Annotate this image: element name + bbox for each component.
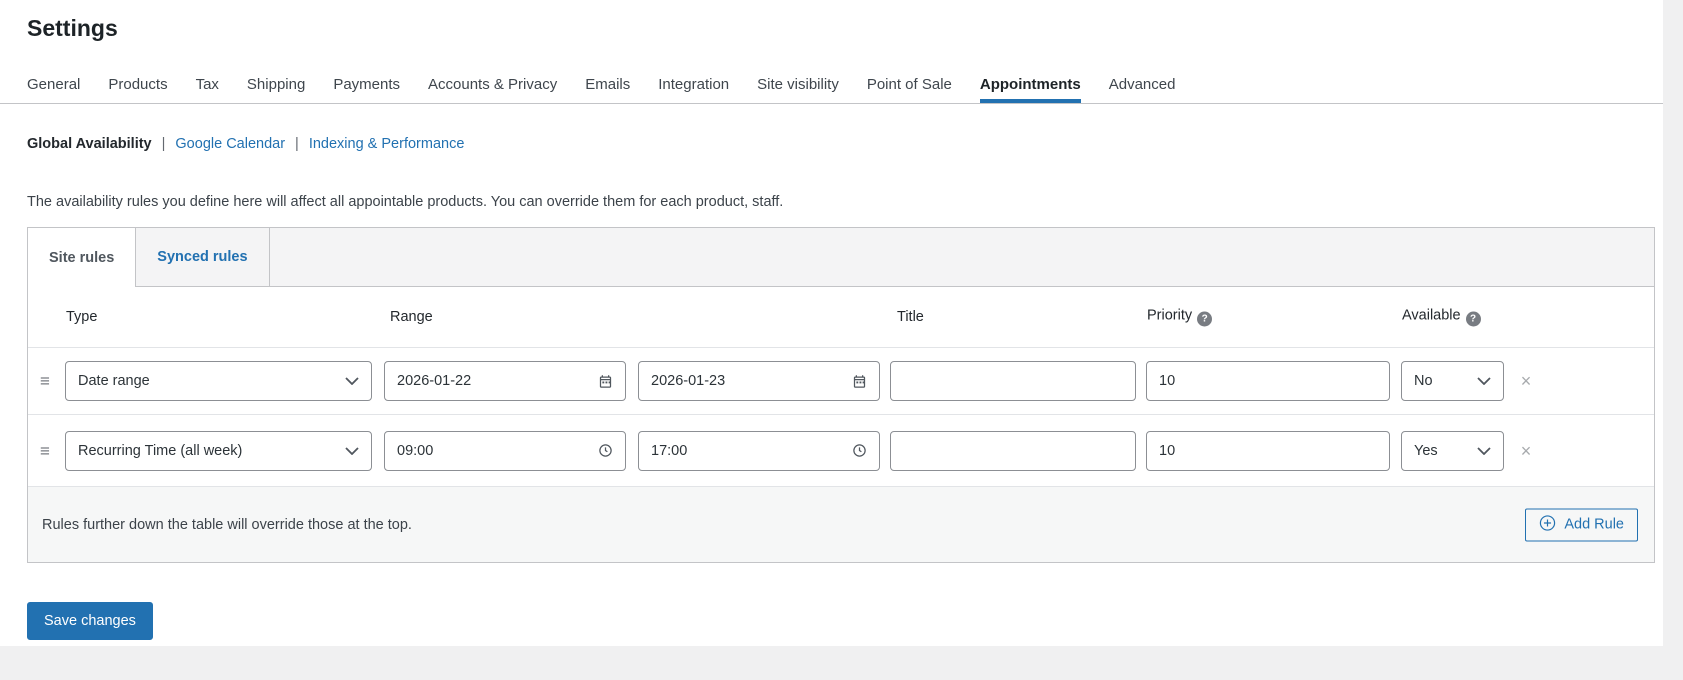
rules-footer-note: Rules further down the table will overri… bbox=[42, 516, 412, 533]
subnav-separator: | bbox=[295, 136, 299, 152]
nav-divider bbox=[0, 103, 1663, 104]
tab-advanced[interactable]: Advanced bbox=[1109, 76, 1176, 103]
range-from-input[interactable] bbox=[397, 373, 590, 389]
settings-nav: General Products Tax Shipping Payments A… bbox=[27, 76, 1175, 103]
page-title: Settings bbox=[27, 15, 118, 41]
appointments-subnav: Global Availability | Google Calendar | … bbox=[27, 136, 464, 152]
calendar-icon[interactable] bbox=[598, 374, 613, 389]
tab-products[interactable]: Products bbox=[108, 76, 167, 103]
rule-type-select[interactable]: Date range bbox=[65, 361, 372, 401]
available-select[interactable]: No bbox=[1401, 361, 1504, 401]
tab-integration[interactable]: Integration bbox=[658, 76, 729, 103]
chevron-down-icon bbox=[1477, 373, 1491, 389]
column-priority: Priority? bbox=[1147, 308, 1213, 327]
available-help-icon[interactable]: ? bbox=[1465, 311, 1481, 327]
title-input[interactable] bbox=[903, 373, 1123, 389]
subnav-separator: | bbox=[161, 136, 166, 152]
chevron-down-icon bbox=[1477, 443, 1491, 459]
plus-circle-icon bbox=[1539, 514, 1556, 535]
range-from-field bbox=[384, 361, 626, 401]
rules-footer: Rules further down the table will overri… bbox=[28, 487, 1654, 562]
priority-field bbox=[1146, 361, 1390, 401]
subnav-google-calendar[interactable]: Google Calendar bbox=[175, 136, 285, 152]
column-type: Type bbox=[66, 309, 98, 325]
priority-input[interactable] bbox=[1159, 373, 1377, 389]
tab-site-rules[interactable]: Site rules bbox=[28, 228, 137, 287]
title-field bbox=[890, 430, 1136, 471]
time-to-input[interactable] bbox=[651, 442, 844, 459]
clock-icon[interactable] bbox=[852, 443, 867, 458]
range-to-field bbox=[638, 430, 880, 471]
content-area: Settings General Products Tax Shipping P… bbox=[0, 0, 1663, 646]
rules-tabbar: Site rules Synced rules bbox=[28, 228, 1654, 287]
column-title: Title bbox=[897, 309, 924, 325]
remove-rule-icon[interactable]: × bbox=[1515, 372, 1537, 390]
chevron-down-icon bbox=[345, 373, 359, 389]
priority-input[interactable] bbox=[1159, 442, 1377, 459]
rules-table-header: Type Range Title Priority? Available? bbox=[28, 287, 1654, 348]
rule-type-select[interactable]: Recurring Time (all week) bbox=[65, 430, 372, 471]
title-input[interactable] bbox=[903, 442, 1123, 459]
tab-general[interactable]: General bbox=[27, 76, 80, 103]
calendar-icon[interactable] bbox=[852, 374, 867, 389]
tab-payments[interactable]: Payments bbox=[333, 76, 400, 103]
tab-shipping[interactable]: Shipping bbox=[247, 76, 305, 103]
available-select[interactable]: Yes bbox=[1401, 430, 1504, 471]
clock-icon[interactable] bbox=[598, 443, 613, 458]
tab-appointments[interactable]: Appointments bbox=[979, 76, 1081, 103]
chevron-down-icon bbox=[345, 443, 359, 459]
drag-handle-icon[interactable]: ≡ bbox=[40, 373, 50, 390]
tab-point-of-sale[interactable]: Point of Sale bbox=[867, 76, 952, 103]
add-rule-button[interactable]: Add Rule bbox=[1525, 508, 1638, 541]
rule-row: ≡ Date range 2026-01-22 2026-01-23 10 No… bbox=[28, 348, 1654, 415]
tab-site-visibility[interactable]: Site visibility bbox=[757, 76, 839, 103]
range-to-input[interactable] bbox=[651, 373, 844, 389]
range-from-field bbox=[384, 430, 626, 471]
availability-rules-box: Site rules Synced rules Type Range Title… bbox=[27, 227, 1655, 563]
tab-accounts-privacy[interactable]: Accounts & Privacy bbox=[428, 76, 557, 103]
tab-tax[interactable]: Tax bbox=[196, 76, 219, 103]
rule-row: ≡ Recurring Time (all week) 09:00 17:00 … bbox=[28, 415, 1654, 487]
tab-synced-rules[interactable]: Synced rules bbox=[136, 228, 270, 286]
column-available: Available? bbox=[1402, 308, 1481, 327]
subnav-global-availability[interactable]: Global Availability bbox=[27, 136, 152, 152]
subnav-indexing-performance[interactable]: Indexing & Performance bbox=[309, 136, 465, 152]
title-field bbox=[890, 361, 1136, 401]
intro-text: The availability rules you define here w… bbox=[27, 193, 784, 210]
priority-help-icon[interactable]: ? bbox=[1197, 311, 1213, 327]
time-from-input[interactable] bbox=[397, 442, 590, 459]
drag-handle-icon[interactable]: ≡ bbox=[40, 442, 50, 459]
column-range: Range bbox=[390, 309, 433, 325]
priority-field bbox=[1146, 430, 1390, 471]
settings-page: Settings General Products Tax Shipping P… bbox=[0, 0, 1683, 680]
range-to-field bbox=[638, 361, 880, 401]
save-changes-button[interactable]: Save changes bbox=[27, 602, 153, 640]
tab-emails[interactable]: Emails bbox=[585, 76, 630, 103]
remove-rule-icon[interactable]: × bbox=[1515, 442, 1537, 460]
